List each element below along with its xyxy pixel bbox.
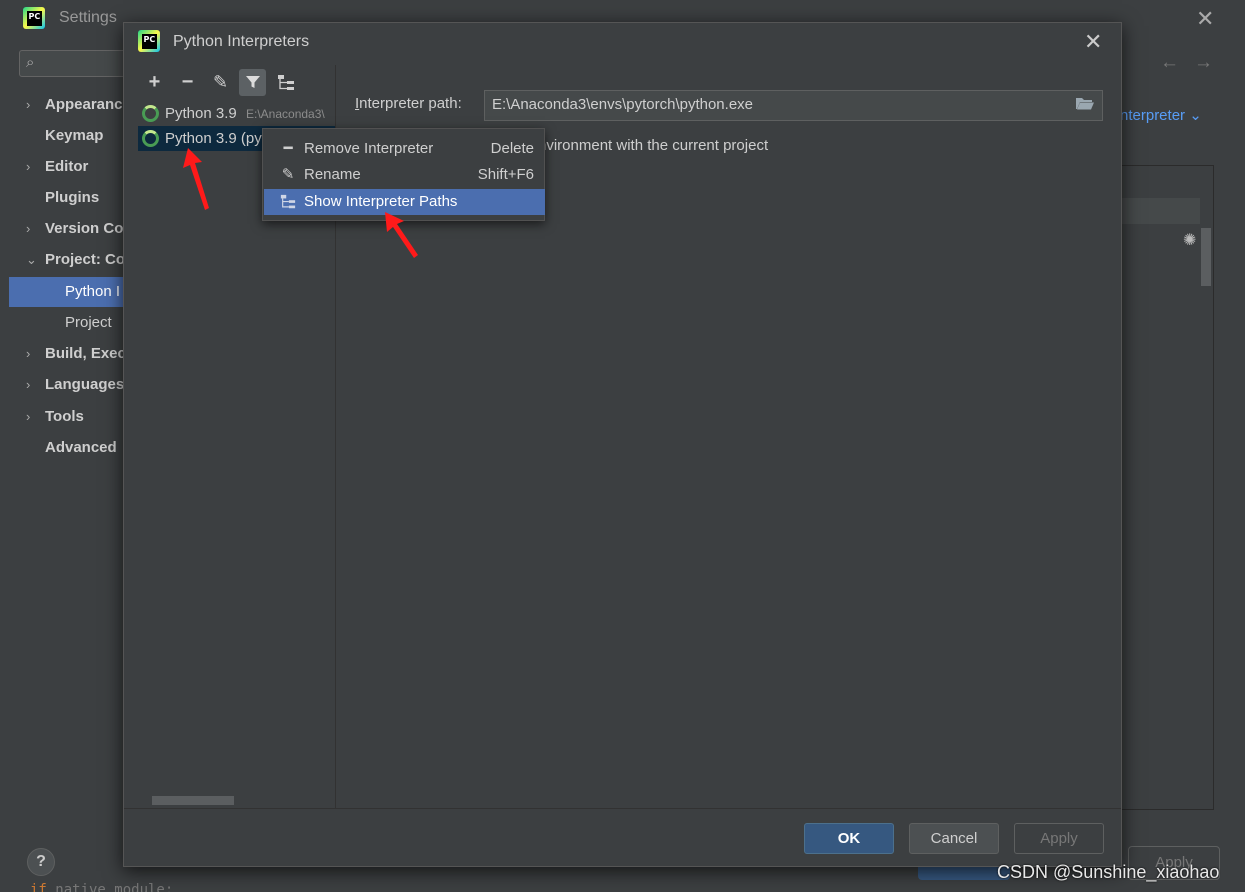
sidebar-item-version-control[interactable]: › Version Co [9,214,124,244]
sidebar-item-languages[interactable]: › Languages [9,370,124,400]
ok-button[interactable]: OK [804,823,894,854]
settings-search-input[interactable] [19,50,131,77]
python-sdk-icon [142,130,159,147]
editor-code-line: if native_module: [30,882,174,892]
annotation-arrow-icon [183,148,209,210]
settings-window-title: Settings [59,9,117,26]
chevron-right-icon: › [26,346,31,361]
folder-open-icon[interactable] [1076,97,1094,110]
sidebar-item-plugins[interactable]: Plugins [9,183,124,213]
remove-icon: ━ [283,140,293,157]
sidebar-item-build-execution[interactable]: › Build, Exec [9,339,124,369]
remove-interpreter-button[interactable]: − [174,69,201,96]
settings-close-icon[interactable]: ✕ [1196,6,1214,32]
watermark: CSDN @Sunshine_xiaohao [997,862,1220,882]
chevron-right-icon: › [26,97,31,112]
dialog-close-icon[interactable]: ✕ [1084,29,1102,55]
back-arrow-icon[interactable]: ← [1160,52,1179,74]
show-paths-button[interactable] [272,69,299,96]
vertical-scrollbar[interactable] [1201,228,1211,286]
sidebar-item-appearance[interactable]: › Appearance [9,90,124,120]
pencil-icon: ✎ [281,166,295,183]
apply-button[interactable]: Apply [1014,823,1104,854]
forward-arrow-icon[interactable]: → [1194,52,1213,74]
packages-table-header [1122,198,1200,224]
pycharm-logo-icon: PC [138,30,160,52]
menu-item-remove-interpreter[interactable]: ━ Remove Interpreter Delete [264,136,545,162]
loading-spinner-icon: ✺ [1183,232,1197,249]
associate-project-text: nvironment with the current project [538,137,769,154]
chevron-right-icon: › [26,409,31,424]
cancel-button[interactable]: Cancel [909,823,999,854]
chevron-down-icon: ⌄ [26,252,37,267]
chevron-right-icon: › [26,377,31,392]
python-sdk-icon [142,105,159,122]
filter-button[interactable] [239,69,266,96]
sidebar-item-project-structure[interactable]: Project [9,308,124,338]
sidebar-item-project[interactable]: ⌄ Project: Co [9,245,124,275]
dialog-title: Python Interpreters [173,33,310,50]
annotation-arrow-icon [385,212,418,258]
footer-divider [124,808,1121,809]
interpreter-context-menu: ━ Remove Interpreter Delete ✎ Rename Shi… [262,128,545,221]
chevron-down-icon: ⌄ [1189,107,1202,124]
tree-icon [278,189,298,219]
menu-item-rename[interactable]: ✎ Rename Shift+F6 [264,162,545,188]
filter-icon [245,76,260,88]
sidebar-item-keymap[interactable]: Keymap [9,121,124,151]
help-button[interactable]: ? [27,848,55,876]
interpreter-path-value: E:\Anaconda3\envs\pytorch\python.exe [492,96,754,113]
interpreters-toolbar: + − ✎ [124,65,335,101]
sidebar-item-tools[interactable]: › Tools [9,402,124,432]
sidebar-item-advanced[interactable]: Advanced [9,433,124,463]
tree-icon [277,75,294,90]
chevron-right-icon: › [26,221,31,236]
interpreter-dropdown-link[interactable]: nterpreter ⌄ [1120,106,1202,124]
search-icon: ⌕ [26,54,35,71]
horizontal-scrollbar[interactable] [152,796,234,805]
interpreter-list-item[interactable]: Python 3.9 E:\Anaconda3\ [138,101,338,126]
edit-interpreter-button[interactable]: ✎ [207,69,234,96]
sidebar-item-python-interpreter[interactable]: Python I [9,277,124,307]
add-interpreter-button[interactable]: + [141,69,168,96]
pycharm-logo-icon: PC [23,7,45,29]
interpreter-path-label: Interpreter path: [355,95,462,112]
chevron-right-icon: › [26,159,31,174]
sidebar-item-editor[interactable]: › Editor [9,152,124,182]
